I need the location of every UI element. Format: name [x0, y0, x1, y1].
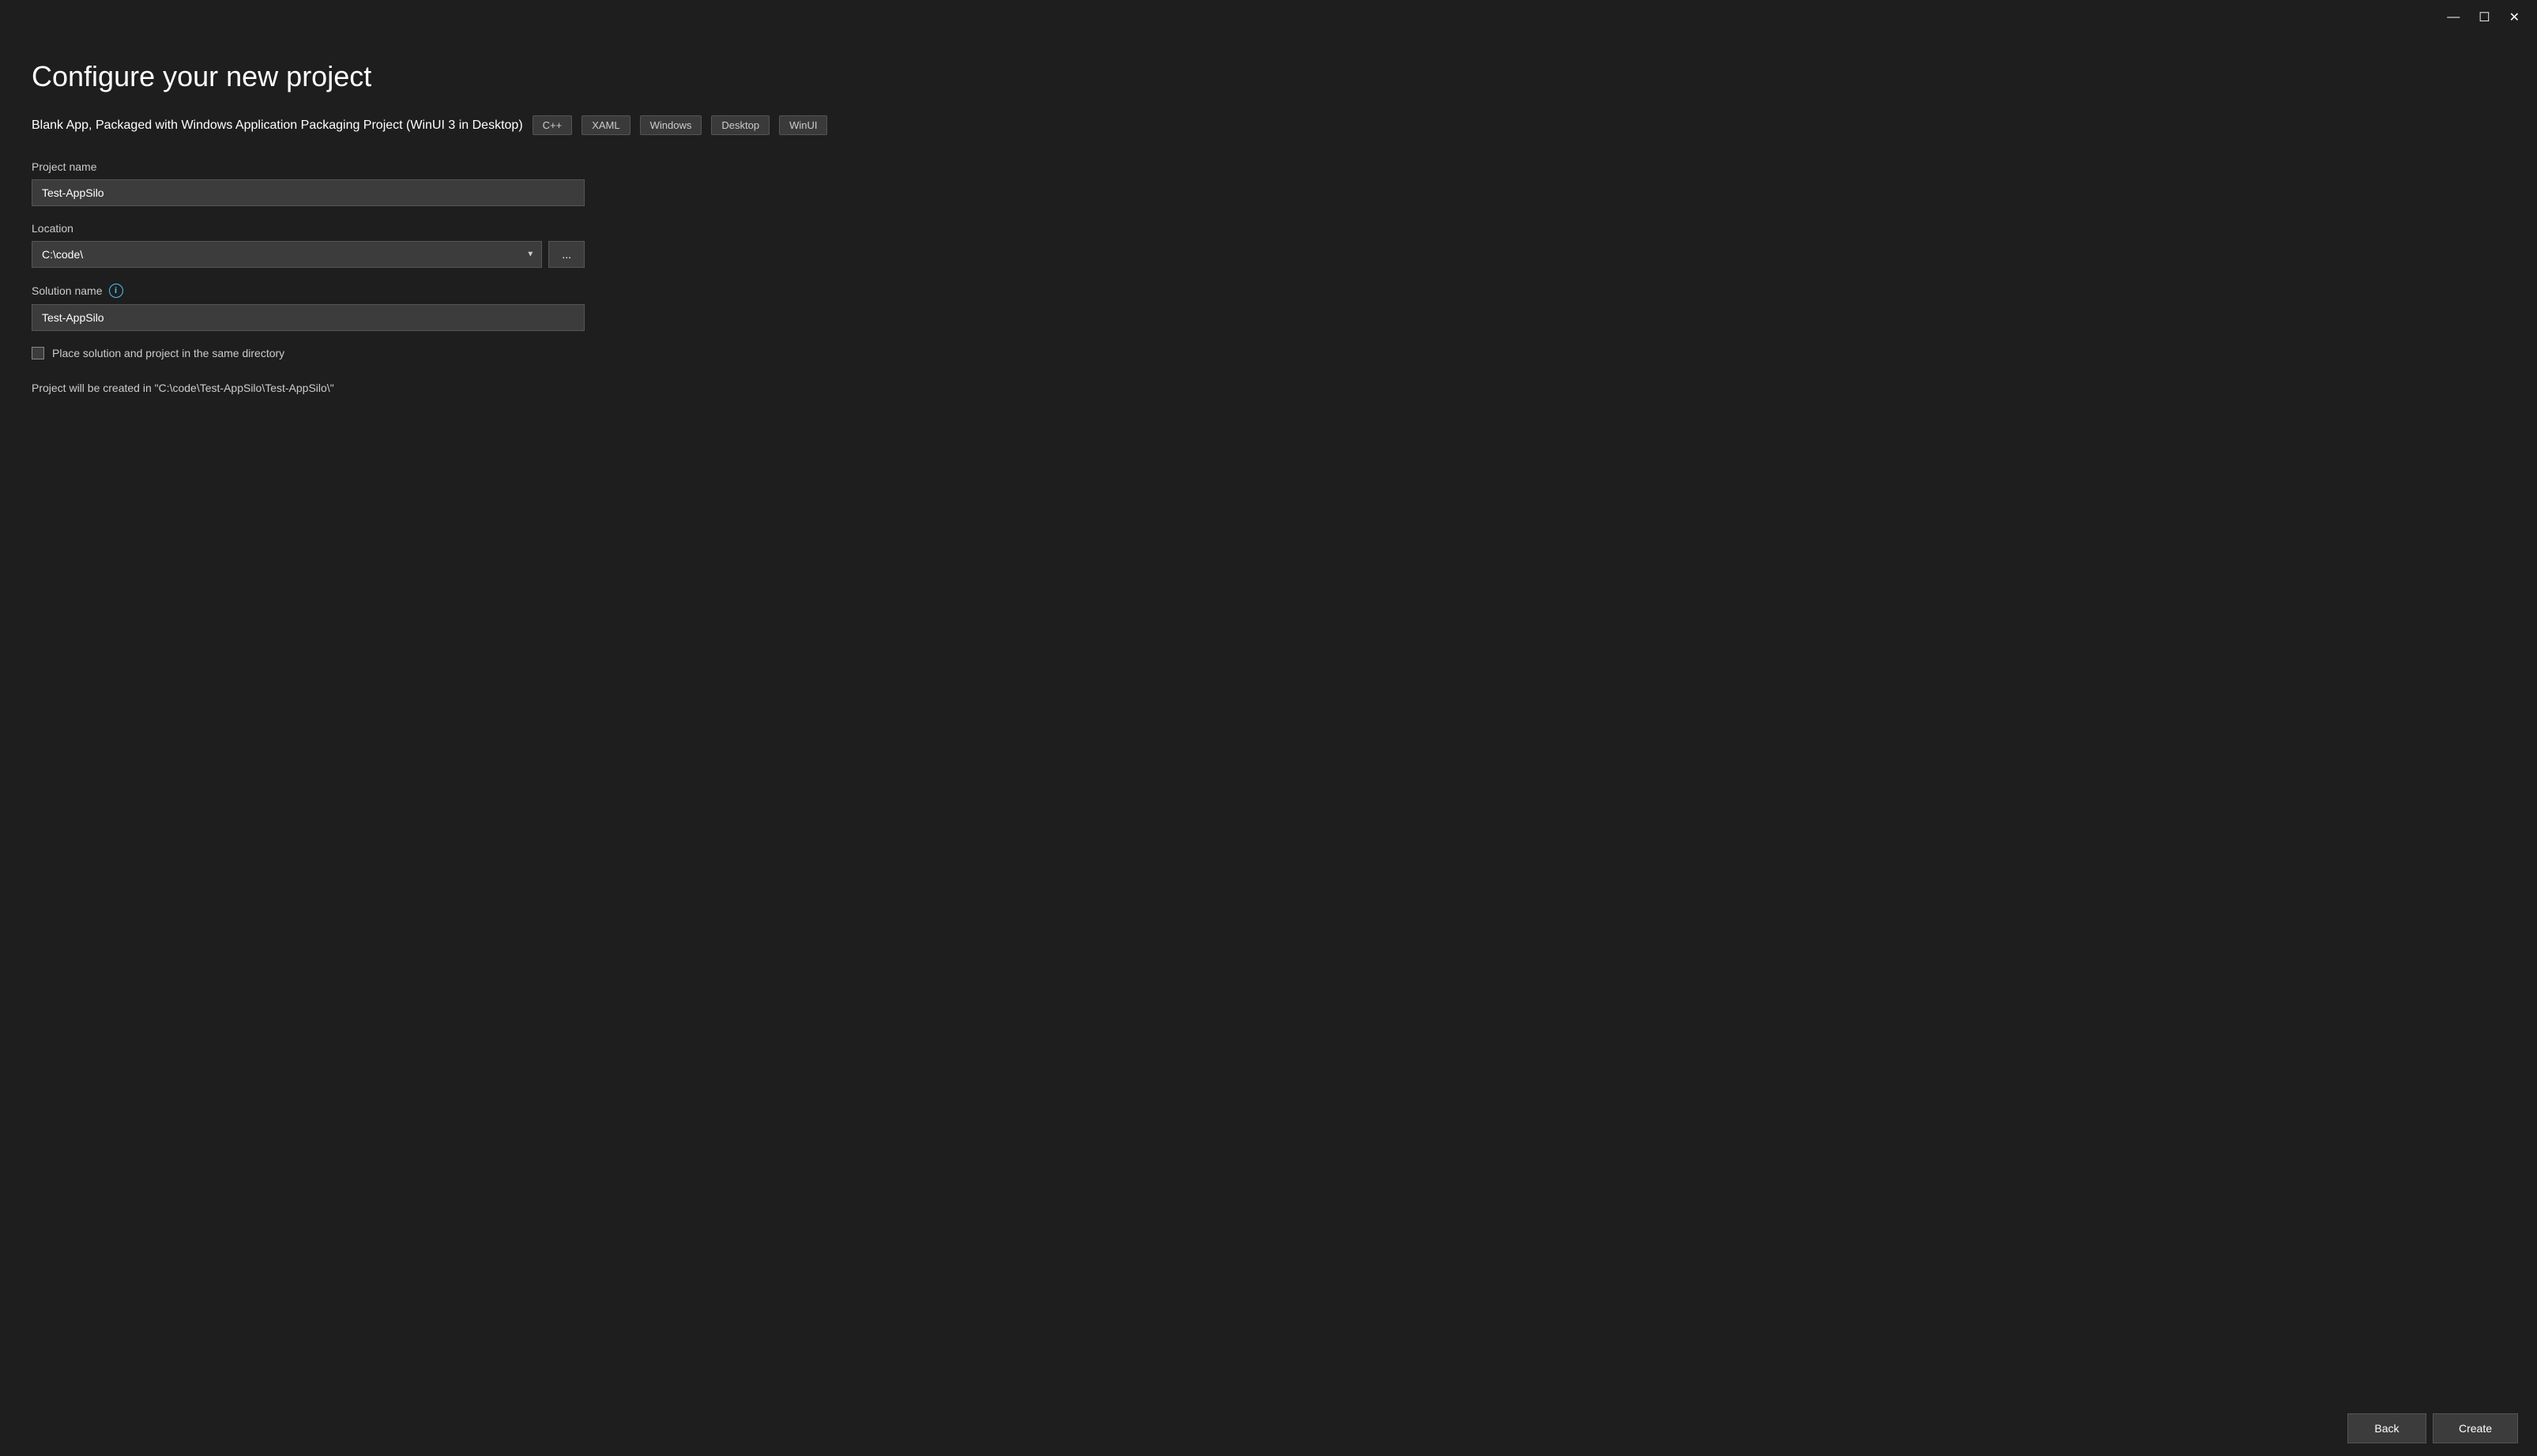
maximize-button[interactable]: ☐ [2471, 6, 2497, 28]
project-name-input[interactable] [32, 179, 585, 206]
project-type-row: Blank App, Packaged with Windows Applica… [32, 115, 2505, 135]
location-row: C:\code\ ▼ ... [32, 241, 585, 268]
solution-name-label-row: Solution name i [32, 284, 585, 298]
tag-xaml: XAML [582, 115, 630, 135]
footer: Back Create [0, 1401, 2537, 1456]
main-content: Configure your new project Blank App, Pa… [0, 35, 2537, 1401]
same-directory-label[interactable]: Place solution and project in the same d… [52, 347, 284, 359]
solution-name-info-icon[interactable]: i [109, 284, 123, 298]
tag-winui: WinUI [779, 115, 827, 135]
tag-cpp: C++ [533, 115, 573, 135]
solution-name-input[interactable] [32, 304, 585, 331]
project-path-info: Project will be created in "C:\code\Test… [32, 382, 585, 394]
tag-windows: Windows [640, 115, 702, 135]
solution-name-group: Solution name i [32, 284, 585, 331]
location-input-wrapper: C:\code\ ▼ [32, 241, 542, 268]
location-label: Location [32, 222, 585, 235]
location-group: Location C:\code\ ▼ ... [32, 222, 585, 268]
page-title: Configure your new project [32, 60, 2505, 93]
browse-button[interactable]: ... [548, 241, 585, 268]
location-dropdown[interactable]: C:\code\ [32, 241, 542, 268]
title-bar: — ☐ ✕ [0, 0, 2537, 35]
minimize-button[interactable]: — [2439, 6, 2467, 28]
project-name-group: Project name [32, 160, 585, 206]
close-button[interactable]: ✕ [2501, 6, 2528, 28]
create-button[interactable]: Create [2433, 1413, 2518, 1443]
project-type-name: Blank App, Packaged with Windows Applica… [32, 119, 523, 133]
same-directory-checkbox-row: Place solution and project in the same d… [32, 347, 585, 359]
back-button[interactable]: Back [2347, 1413, 2426, 1443]
tag-desktop: Desktop [711, 115, 770, 135]
project-name-label: Project name [32, 160, 585, 173]
form-section: Project name Location C:\code\ ▼ ... Sol… [32, 160, 585, 394]
title-bar-buttons: — ☐ ✕ [2439, 6, 2528, 28]
same-directory-checkbox[interactable] [32, 347, 44, 359]
